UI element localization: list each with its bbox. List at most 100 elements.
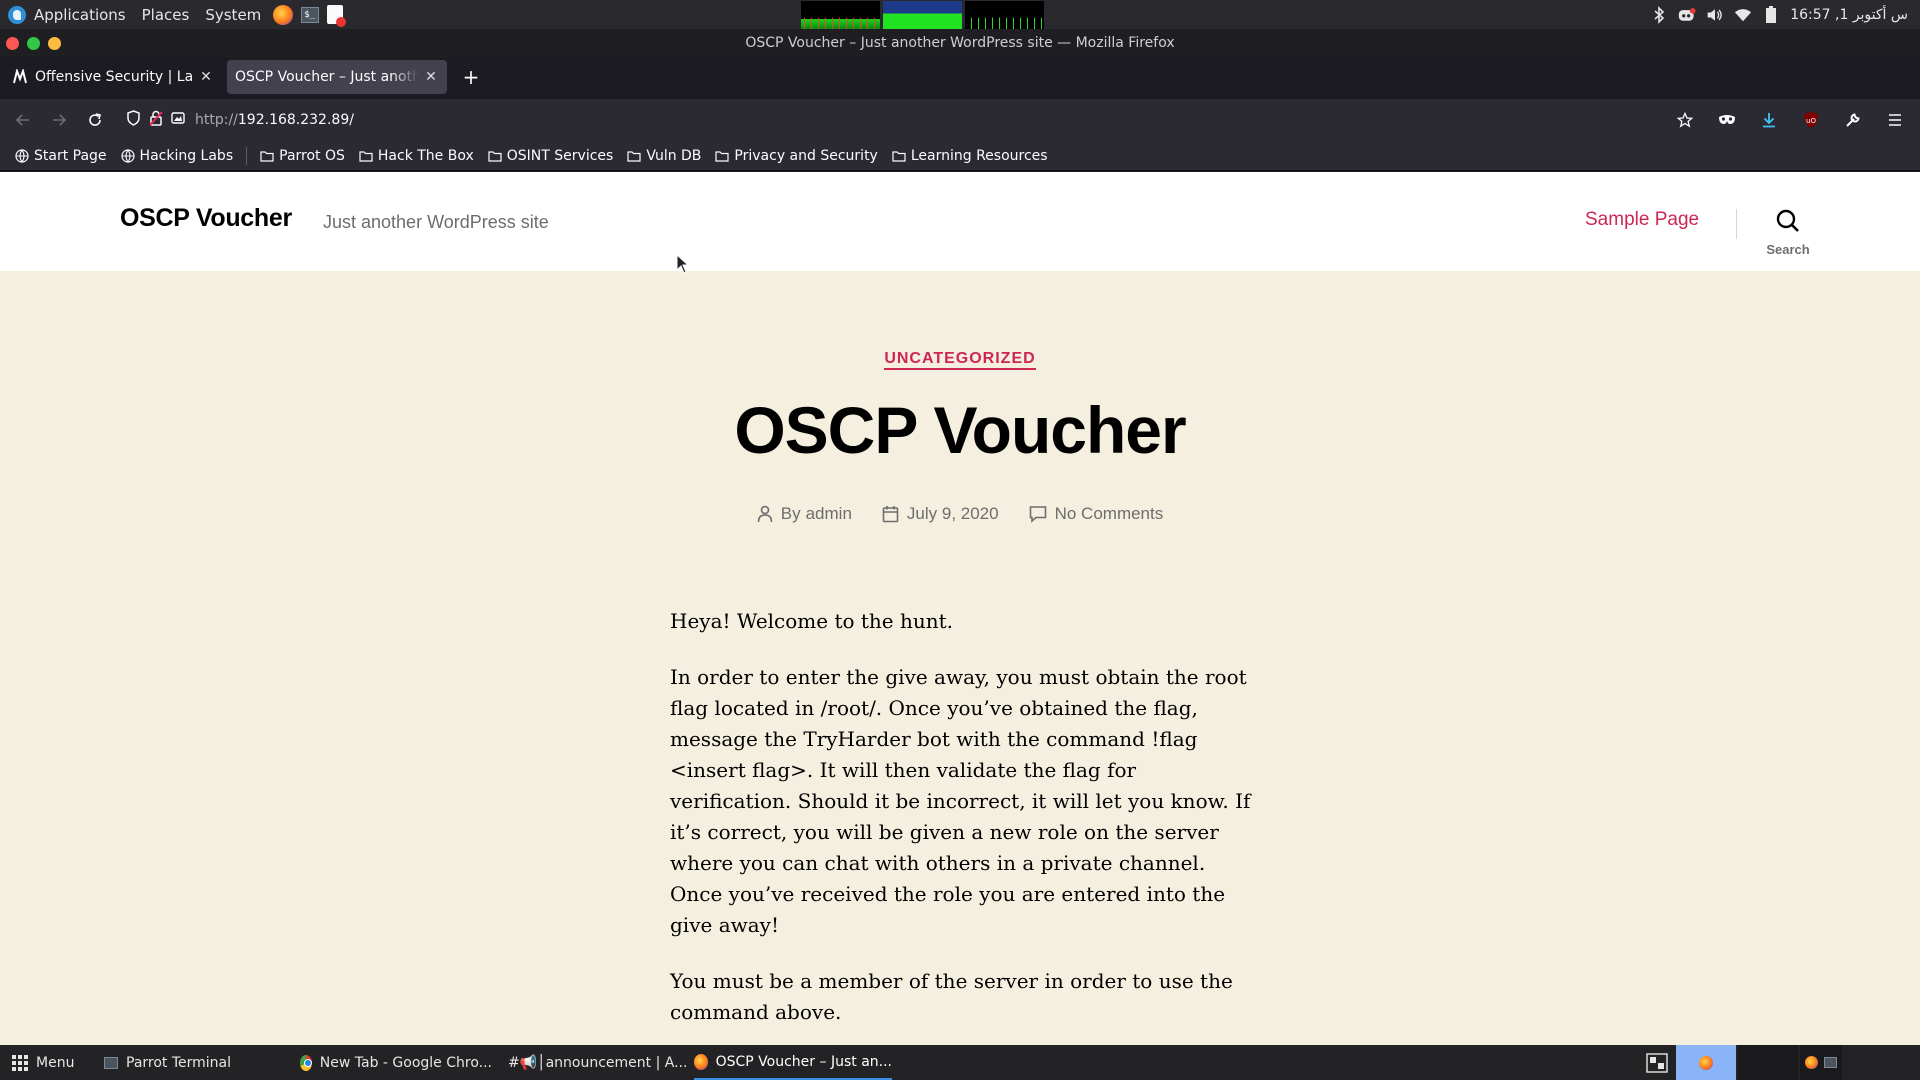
author-link[interactable]: admin (806, 504, 852, 524)
insecure-lock-icon[interactable] (149, 110, 163, 130)
workspace-1[interactable] (1676, 1045, 1736, 1080)
terminal-launcher[interactable]: $_ (297, 0, 323, 29)
search-toggle-button[interactable]: Search (1764, 208, 1812, 258)
close-window-button[interactable] (6, 37, 19, 50)
volume-icon[interactable] (1706, 6, 1724, 24)
firefox-icon (1699, 1055, 1713, 1070)
folder-icon (627, 150, 641, 162)
bookmark-label: Hack The Box (377, 147, 474, 164)
bookmark-folder-osint-services[interactable]: OSINT Services (483, 146, 619, 166)
document-icon (327, 5, 347, 27)
post-content: Heya! Welcome to the hunt. In order to e… (670, 606, 1260, 1045)
places-menu[interactable]: Places (134, 0, 198, 29)
developer-tools-button[interactable] (1838, 105, 1868, 135)
applications-menu[interactable]: Applications (0, 0, 134, 29)
web-page-content: OSCP Voucher Just another WordPress site… (0, 172, 1920, 1045)
offsec-favicon-icon (12, 67, 28, 85)
comment-icon (1029, 506, 1046, 523)
firefox-launcher[interactable] (269, 0, 297, 29)
arrow-left-icon (15, 114, 29, 126)
workspace-2[interactable] (1738, 1045, 1798, 1080)
post-category: UNCATEGORIZED (0, 350, 1920, 370)
system-menu[interactable]: System (197, 0, 269, 29)
forward-button[interactable] (44, 105, 74, 135)
applications-menu-label: Applications (34, 5, 126, 24)
bookmark-star-button[interactable] (1670, 105, 1700, 135)
download-arrow-icon (1763, 113, 1775, 128)
chrome-icon (300, 1054, 312, 1071)
system-menu-label: System (205, 5, 262, 24)
tracking-protection-shield-icon[interactable] (126, 110, 141, 130)
back-button[interactable] (8, 105, 38, 135)
bookmark-folder-hack-the-box[interactable]: Hack The Box (354, 146, 479, 166)
taskbar-item-label: #📢│announcement | A... (508, 1054, 686, 1071)
firefox-icon (1805, 1056, 1818, 1069)
ublock-origin-button[interactable]: uO (1796, 105, 1826, 135)
bookmark-label: Hacking Labs (139, 147, 234, 164)
close-tab-icon[interactable]: ✕ (423, 69, 439, 85)
nav-link-sample-page[interactable]: Sample Page (1585, 209, 1699, 231)
bookmark-folder-vuln-db[interactable]: Vuln DB (622, 146, 706, 166)
post-author: By admin (757, 504, 852, 524)
url-bar[interactable]: http://192.168.232.89/ (120, 105, 1680, 135)
wifi-icon[interactable] (1734, 6, 1752, 24)
bookmark-folder-learning-resources[interactable]: Learning Resources (887, 146, 1053, 166)
downloads-button[interactable] (1754, 105, 1784, 135)
places-menu-label: Places (141, 5, 190, 24)
calendar-icon (882, 506, 899, 523)
header-divider (1736, 209, 1737, 239)
workspace-switcher-button[interactable] (1642, 1045, 1672, 1080)
page-info-icon[interactable] (171, 111, 185, 129)
start-menu-button[interactable]: Menu (12, 1045, 92, 1080)
url-host: 192.168.232.89/ (237, 112, 354, 128)
wrench-icon (1846, 113, 1860, 127)
terminal-icon: $_ (301, 6, 320, 23)
bookmark-folder-parrot-os[interactable]: Parrot OS (255, 146, 350, 166)
taskbar-item-label: New Tab - Google Chro... (319, 1054, 492, 1071)
hamburger-menu-icon (1889, 114, 1901, 126)
firefox-icon (694, 1053, 708, 1070)
comments-link[interactable]: No Comments (1055, 504, 1164, 524)
system-top-panel: Applications Places System $_ 16:57 ,1 س… (0, 0, 1920, 29)
menu-label: Menu (36, 1054, 75, 1071)
post-meta: By admin July 9, 2020 No Comments (0, 504, 1920, 524)
tab-offensive-security[interactable]: Offensive Security | Labs | ✕ (4, 60, 222, 94)
workspace-icon (1646, 1052, 1668, 1073)
post-date: July 9, 2020 (882, 504, 999, 524)
minimize-window-button[interactable] (48, 37, 61, 50)
clock[interactable]: 16:57 ,1 س أكتوبر (1790, 7, 1908, 23)
taskbar-item-chrome[interactable]: New Tab - Google Chro... (300, 1045, 492, 1080)
workspace-3[interactable] (1800, 1045, 1842, 1080)
bookmark-label: Start Page (34, 147, 107, 164)
date-link[interactable]: July 9, 2020 (907, 504, 999, 524)
tab-oscp-voucher[interactable]: OSCP Voucher – Just another WordPress si… (227, 60, 447, 94)
bookmark-folder-privacy-and-security[interactable]: Privacy and Security (710, 146, 882, 166)
reload-button[interactable] (80, 105, 110, 135)
bookmark-start-page[interactable]: Start Page (10, 146, 112, 166)
site-title-link[interactable]: OSCP Voucher (120, 204, 292, 233)
tab-label: Offensive Security | Labs | (35, 69, 194, 85)
taskbar-item-terminal[interactable]: Parrot Terminal (104, 1045, 284, 1080)
battery-icon[interactable] (1762, 5, 1780, 24)
bottom-taskbar: Menu Parrot Terminal New Tab - Google Ch… (0, 1045, 1920, 1080)
discord-tray-icon[interactable] (1678, 6, 1696, 24)
text-editor-launcher[interactable] (323, 0, 347, 29)
taskbar-item-discord[interactable]: #📢│announcement | A... (500, 1045, 686, 1080)
category-link[interactable]: UNCATEGORIZED (884, 350, 1036, 370)
maximize-window-button[interactable] (27, 37, 40, 50)
url-scheme: http:// (195, 112, 238, 128)
taskbar-item-firefox[interactable]: OSCP Voucher – Just an... (694, 1045, 892, 1080)
post-paragraph: Heya! Welcome to the hunt. (670, 609, 954, 633)
taskbar-item-label: OSCP Voucher – Just an... (715, 1053, 892, 1070)
firefox-icon (273, 4, 294, 25)
system-monitor-applet[interactable] (801, 1, 1044, 29)
close-tab-icon[interactable]: ✕ (198, 69, 214, 85)
bookmark-hacking-labs[interactable]: Hacking Labs (116, 146, 239, 166)
terminal-icon (1824, 1057, 1837, 1068)
private-mask-button[interactable] (1712, 105, 1742, 135)
new-tab-button[interactable]: + (459, 65, 483, 89)
window-title: OSCP Voucher – Just another WordPress si… (745, 35, 1175, 51)
bluetooth-icon[interactable] (1650, 5, 1668, 24)
mouse-pointer-icon (676, 254, 690, 274)
app-menu-button[interactable] (1880, 105, 1910, 135)
